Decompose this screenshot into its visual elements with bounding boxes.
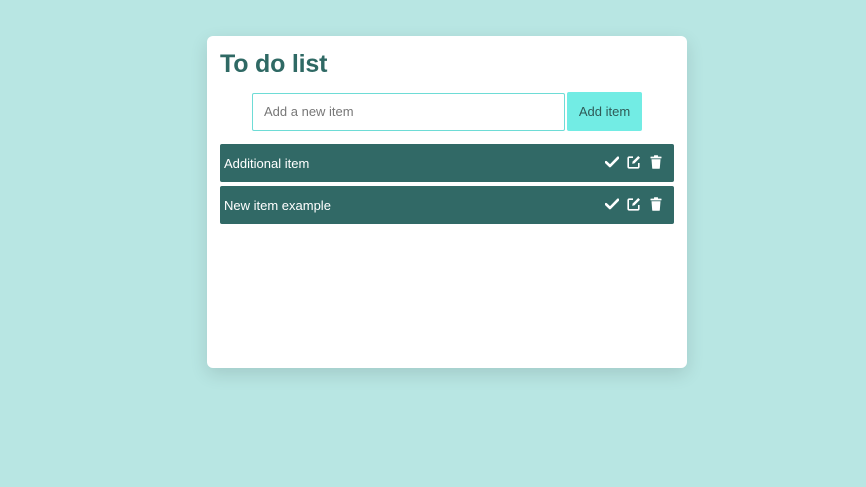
item-actions <box>604 196 663 211</box>
item-text: Additional item <box>224 155 310 171</box>
add-item-button[interactable]: Add item <box>567 92 642 131</box>
item-actions <box>604 154 663 169</box>
new-item-input[interactable] <box>252 92 565 131</box>
page-title: To do list <box>220 50 328 78</box>
check-icon[interactable] <box>604 154 619 169</box>
list-item: Additional item <box>220 144 674 182</box>
trash-icon[interactable] <box>648 196 663 211</box>
edit-icon[interactable] <box>626 196 641 211</box>
check-icon[interactable] <box>604 196 619 211</box>
todo-list: Additional item New item example <box>220 144 674 228</box>
todo-card: To do list Add item Additional item <box>207 36 687 368</box>
item-text: New item example <box>224 197 331 213</box>
add-item-form: Add item <box>252 92 642 131</box>
trash-icon[interactable] <box>648 154 663 169</box>
edit-icon[interactable] <box>626 154 641 169</box>
list-item: New item example <box>220 186 674 224</box>
